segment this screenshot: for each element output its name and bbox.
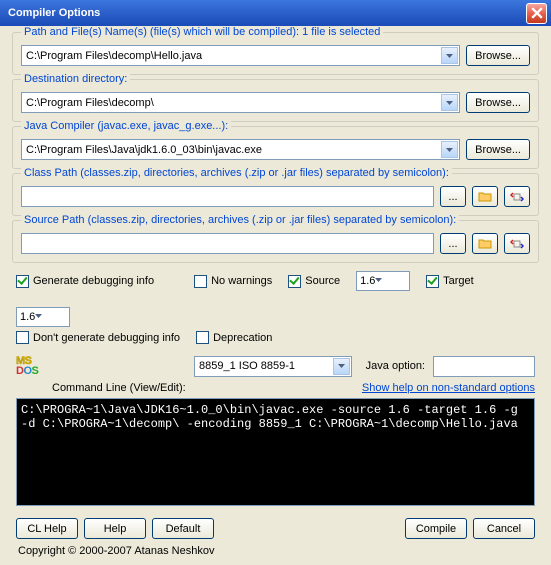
button-bar: CL Help Help Default Compile Cancel — [12, 512, 539, 541]
commandline-view[interactable]: C:\PROGRA~1\Java\JDK16~1.0_0\bin\javac.e… — [16, 398, 535, 506]
classpath-dots-button[interactable]: ... — [440, 186, 466, 207]
gendbg-check[interactable]: Generate debugging info — [16, 275, 154, 288]
close-button[interactable] — [526, 3, 547, 24]
copyright-text: Copyright © 2000-2007 Atanas Neshkov — [12, 541, 539, 557]
sourcepath-tool-button[interactable] — [504, 233, 530, 254]
compiler-browse-button[interactable]: Browse... — [466, 139, 530, 160]
sourcepath-label: Source Path (classes.zip, directories, a… — [21, 214, 459, 226]
cmdline-label: Command Line (View/Edit): — [52, 382, 186, 394]
checkbox-icon — [426, 275, 439, 288]
msdos-icon: MSDOS — [16, 352, 48, 380]
encoding-row: MSDOS 8859_1 ISO 8859-1 Java option: — [12, 348, 539, 382]
arrows-icon — [510, 238, 524, 250]
nodbg-check[interactable]: Don't generate debugging info — [16, 331, 180, 344]
target-label: Target — [443, 275, 474, 287]
compiler-label: Java Compiler (javac.exe, javac_g.exe...… — [21, 120, 231, 132]
compiler-value: C:\Program Files\Java\jdk1.6.0_03\bin\ja… — [26, 144, 262, 156]
title-bar: Compiler Options — [0, 0, 551, 26]
chevron-down-icon[interactable] — [35, 309, 50, 325]
dest-value: C:\Program Files\decomp\ — [26, 97, 154, 109]
sourcepath-folder-button[interactable] — [472, 233, 498, 254]
classpath-label: Class Path (classes.zip, directories, ar… — [21, 167, 452, 179]
nonstandard-help-link[interactable]: Show help on non-standard options — [362, 382, 535, 394]
options-row-2: Don't generate debugging info Deprecatio… — [12, 331, 539, 348]
javaopt-input[interactable] — [433, 356, 535, 377]
classpath-input[interactable] — [21, 186, 434, 207]
depr-check[interactable]: Deprecation — [196, 331, 272, 344]
sourcepath-dots-button[interactable]: ... — [440, 233, 466, 254]
source-value: 1.6 — [360, 275, 375, 287]
chevron-down-icon[interactable] — [441, 47, 458, 64]
classpath-folder-button[interactable] — [472, 186, 498, 207]
folder-icon — [478, 191, 492, 202]
options-row-1: Generate debugging info No warnings Sour… — [12, 267, 539, 331]
dest-label: Destination directory: — [21, 73, 130, 85]
path-combo[interactable]: C:\Program Files\decomp\Hello.java — [21, 45, 460, 66]
path-group: Path and File(s) Name(s) (file(s) which … — [12, 32, 539, 75]
checkbox-icon — [194, 275, 207, 288]
dest-group: Destination directory: C:\Program Files\… — [12, 79, 539, 122]
classpath-tool-button[interactable] — [504, 186, 530, 207]
classpath-group: Class Path (classes.zip, directories, ar… — [12, 173, 539, 216]
window-title: Compiler Options — [8, 7, 526, 19]
close-icon — [531, 7, 543, 19]
source-check[interactable]: Source — [288, 275, 340, 288]
gendbg-label: Generate debugging info — [33, 275, 154, 287]
chevron-down-icon[interactable] — [441, 141, 458, 158]
compiler-combo[interactable]: C:\Program Files\Java\jdk1.6.0_03\bin\ja… — [21, 139, 460, 160]
path-browse-button[interactable]: Browse... — [466, 45, 530, 66]
source-combo[interactable]: 1.6 — [356, 271, 410, 291]
depr-label: Deprecation — [213, 332, 272, 344]
checkbox-icon — [288, 275, 301, 288]
path-label: Path and File(s) Name(s) (file(s) which … — [21, 26, 383, 38]
target-combo[interactable]: 1.6 — [16, 307, 70, 327]
cmdlabel-row: Command Line (View/Edit): Show help on n… — [12, 382, 539, 396]
encoding-value: 8859_1 ISO 8859-1 — [199, 360, 295, 372]
source-label: Source — [305, 275, 340, 287]
dest-browse-button[interactable]: Browse... — [466, 92, 530, 113]
encoding-combo[interactable]: 8859_1 ISO 8859-1 — [194, 356, 352, 377]
javaopt-label: Java option: — [366, 360, 425, 372]
help-button[interactable]: Help — [84, 518, 146, 539]
compiler-group: Java Compiler (javac.exe, javac_g.exe...… — [12, 126, 539, 169]
clhelp-button[interactable]: CL Help — [16, 518, 78, 539]
default-button[interactable]: Default — [152, 518, 214, 539]
cancel-button[interactable]: Cancel — [473, 518, 535, 539]
nowarn-check[interactable]: No warnings — [194, 275, 272, 288]
checkbox-icon — [196, 331, 209, 344]
dest-combo[interactable]: C:\Program Files\decomp\ — [21, 92, 460, 113]
checkbox-icon — [16, 331, 29, 344]
nodbg-label: Don't generate debugging info — [33, 332, 180, 344]
sourcepath-group: Source Path (classes.zip, directories, a… — [12, 220, 539, 263]
target-check[interactable]: Target — [426, 275, 474, 288]
folder-icon — [478, 238, 492, 249]
sourcepath-input[interactable] — [21, 233, 434, 254]
chevron-down-icon[interactable] — [441, 94, 458, 111]
chevron-down-icon[interactable] — [333, 358, 350, 375]
chevron-down-icon[interactable] — [375, 273, 390, 289]
target-value: 1.6 — [20, 311, 35, 323]
compile-button[interactable]: Compile — [405, 518, 467, 539]
path-value: C:\Program Files\decomp\Hello.java — [26, 50, 202, 62]
nowarn-label: No warnings — [211, 275, 272, 287]
checkbox-icon — [16, 275, 29, 288]
dialog-content: Path and File(s) Name(s) (file(s) which … — [0, 26, 551, 565]
arrows-icon — [510, 191, 524, 203]
